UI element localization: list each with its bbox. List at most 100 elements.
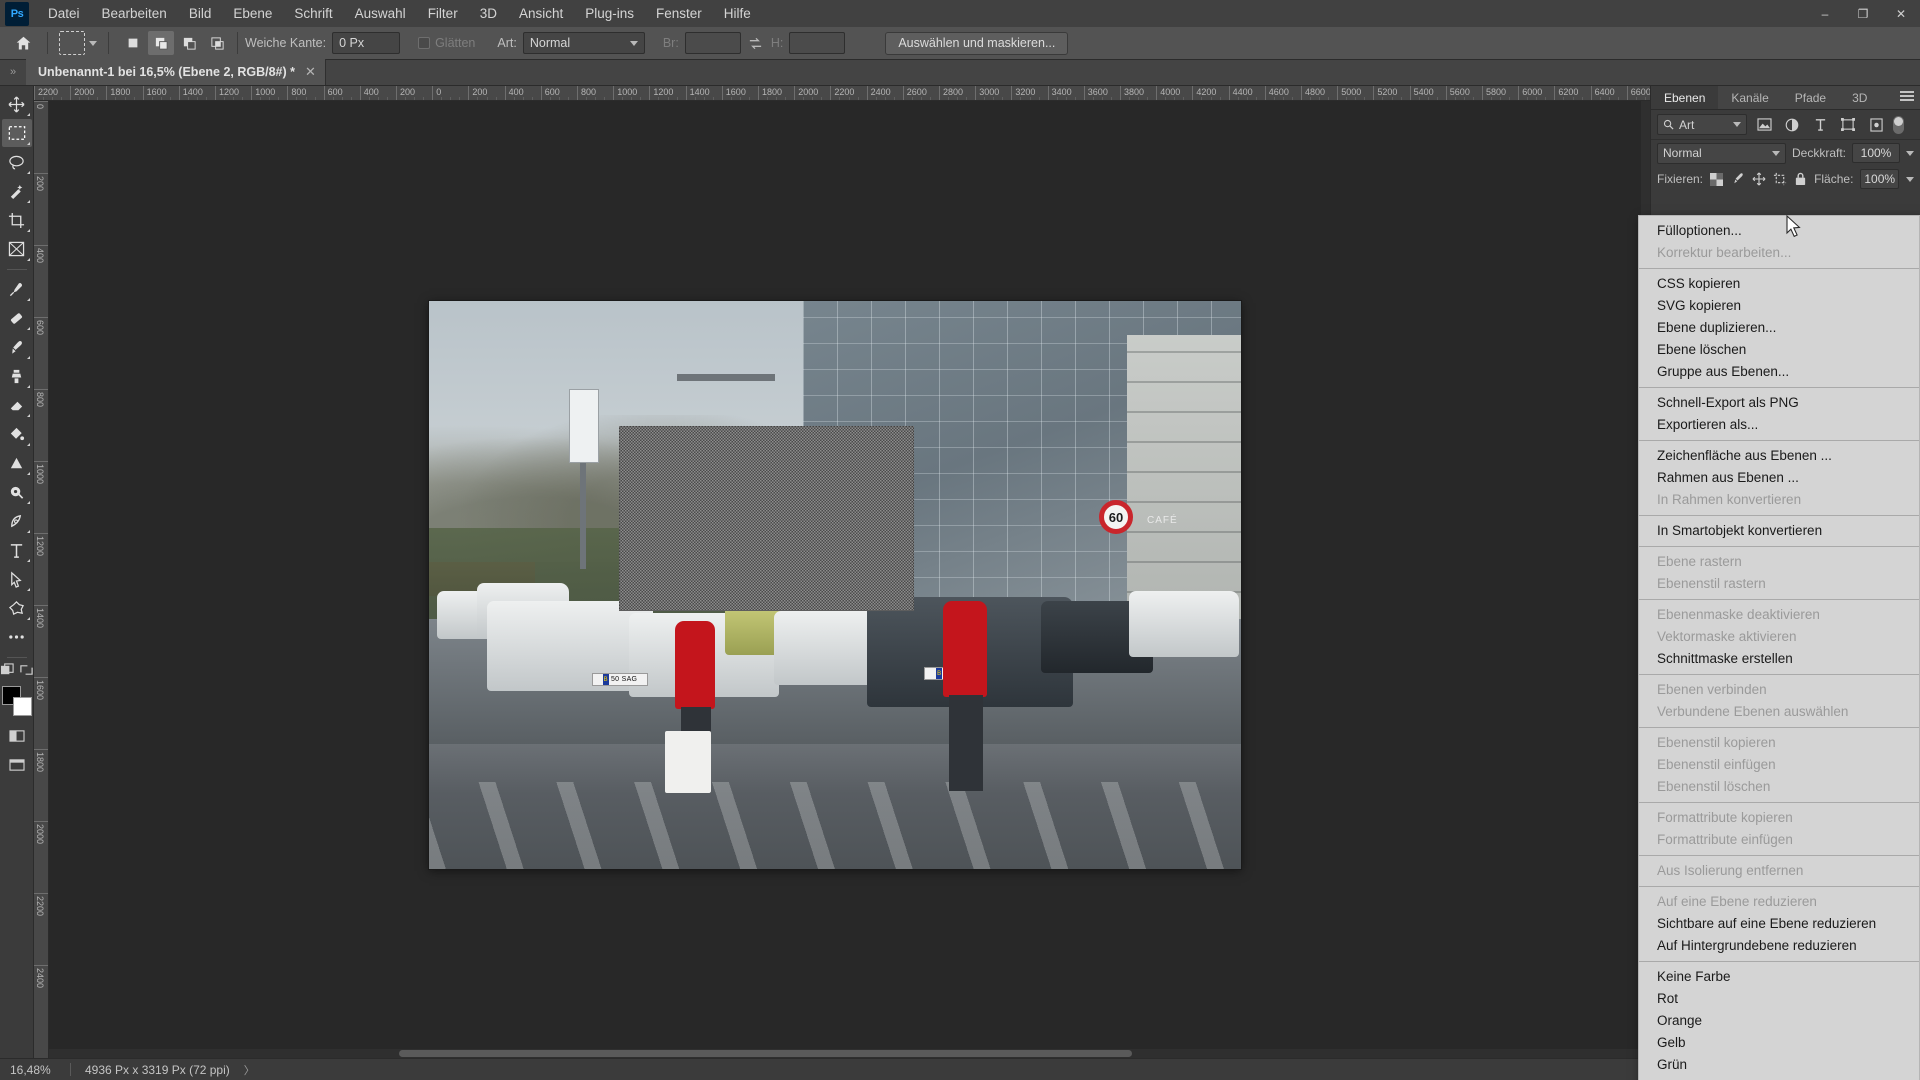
context-menu-item[interactable]: In Smartobjekt konvertieren: [1639, 520, 1919, 542]
path-selection-tool[interactable]: [2, 565, 32, 593]
context-menu-item[interactable]: Fülloptionen...: [1639, 220, 1919, 242]
lock-transparency-icon[interactable]: [1710, 171, 1724, 188]
more-tools[interactable]: [2, 623, 32, 651]
context-menu-item[interactable]: CSS kopieren: [1639, 273, 1919, 295]
panel-tab-pfade[interactable]: Pfade: [1782, 86, 1839, 109]
lock-image-icon[interactable]: [1731, 171, 1745, 188]
layer-filter-kind-select[interactable]: Art: [1657, 114, 1747, 135]
menu-item-schrift[interactable]: Schrift: [283, 2, 343, 25]
tool-preset-picker[interactable]: [55, 31, 101, 55]
rectangular-marquee-tool[interactable]: [1, 119, 32, 147]
lasso-tool[interactable]: [2, 148, 32, 176]
eraser-tool[interactable]: [2, 391, 32, 419]
context-menu-item[interactable]: Blau: [1639, 1076, 1919, 1080]
artboard[interactable]: B 50 SAG B 07 6825 60 CAFÉ: [429, 301, 1241, 869]
type-filter-icon[interactable]: [1809, 114, 1831, 135]
menu-item-fenster[interactable]: Fenster: [645, 2, 713, 25]
menu-item-ebene[interactable]: Ebene: [222, 2, 283, 25]
status-expand-icon[interactable]: 〉: [244, 1062, 255, 1078]
gradient-tool[interactable]: [2, 420, 32, 448]
context-menu-item[interactable]: Ebene duplizieren...: [1639, 317, 1919, 339]
context-menu-item[interactable]: Schnittmaske erstellen: [1639, 648, 1919, 670]
shape-filter-icon[interactable]: [1837, 114, 1859, 135]
quick-selection-tool[interactable]: [2, 177, 32, 205]
background-color-swatch[interactable]: [12, 697, 32, 716]
menu-item-auswahl[interactable]: Auswahl: [344, 2, 417, 25]
shape-tool[interactable]: [2, 594, 32, 622]
eyedropper-tool[interactable]: [2, 275, 32, 303]
filter-toggle[interactable]: [1893, 115, 1904, 134]
chevron-down-icon[interactable]: [1906, 150, 1914, 156]
blur-tool[interactable]: [2, 449, 32, 477]
new-selection-button[interactable]: [120, 31, 146, 55]
chevron-down-icon[interactable]: [89, 40, 97, 46]
menu-item-datei[interactable]: Datei: [37, 2, 91, 25]
lock-artboard-icon[interactable]: [1773, 171, 1787, 188]
context-menu-item[interactable]: Exportieren als...: [1639, 414, 1919, 436]
clone-stamp-tool[interactable]: [2, 362, 32, 390]
screen-mode-button[interactable]: [2, 751, 32, 779]
menu-item-ansicht[interactable]: Ansicht: [508, 2, 574, 25]
smartobject-filter-icon[interactable]: [1865, 114, 1887, 135]
opacity-input[interactable]: 100%: [1852, 143, 1900, 163]
minimize-button[interactable]: –: [1806, 0, 1844, 27]
pixel-filter-icon[interactable]: [1753, 114, 1775, 135]
lock-all-icon[interactable]: [1794, 171, 1808, 188]
style-select[interactable]: Normal: [522, 32, 645, 54]
swap-dimensions-icon[interactable]: [741, 36, 771, 51]
chevron-down-icon[interactable]: [1906, 176, 1914, 182]
height-input[interactable]: [789, 32, 846, 54]
fill-input[interactable]: 100%: [1860, 169, 1899, 189]
antialias-checkbox[interactable]: Glätten: [418, 36, 481, 50]
tab-overflow-icon[interactable]: »: [0, 59, 26, 85]
context-menu-item[interactable]: Gelb: [1639, 1032, 1919, 1054]
home-icon[interactable]: [6, 28, 40, 58]
blend-mode-select[interactable]: Normal: [1657, 142, 1786, 164]
pen-tool[interactable]: [2, 507, 32, 535]
context-menu-item[interactable]: Auf Hintergrundebene reduzieren: [1639, 935, 1919, 957]
panel-tab-3d[interactable]: 3D: [1839, 86, 1880, 109]
intersect-selection-button[interactable]: [204, 31, 230, 55]
horizontal-ruler[interactable]: 2200 2000 1800 1600 1400 1200 1000 800 600 400 200…: [34, 86, 1650, 101]
context-menu-item[interactable]: SVG kopieren: [1639, 295, 1919, 317]
select-and-mask-button[interactable]: Auswählen und maskieren...: [885, 31, 1069, 55]
menu-item-hilfe[interactable]: Hilfe: [713, 2, 762, 25]
context-menu-item[interactable]: Keine Farbe: [1639, 966, 1919, 988]
menu-item-filter[interactable]: Filter: [417, 2, 469, 25]
width-input[interactable]: [684, 32, 741, 54]
menu-item-plug-ins[interactable]: Plug-ins: [574, 2, 645, 25]
panel-menu-icon[interactable]: [1900, 91, 1914, 103]
document-tab[interactable]: Unbenannt-1 bei 16,5% (Ebene 2, RGB/8#) …: [26, 59, 326, 85]
context-menu-item[interactable]: Gruppe aus Ebenen...: [1639, 361, 1919, 383]
move-tool[interactable]: [2, 90, 32, 118]
context-menu-item[interactable]: Ebene löschen: [1639, 339, 1919, 361]
crop-tool[interactable]: [2, 206, 32, 234]
dodge-tool[interactable]: [2, 478, 32, 506]
context-menu-item[interactable]: Schnell-Export als PNG: [1639, 392, 1919, 414]
zoom-level[interactable]: 16,48%: [0, 1063, 70, 1077]
context-menu-item[interactable]: Orange: [1639, 1010, 1919, 1032]
color-swatches[interactable]: [1, 686, 32, 716]
context-menu-item[interactable]: Grün: [1639, 1054, 1919, 1076]
brush-tool[interactable]: [2, 333, 32, 361]
context-menu-item[interactable]: Rot: [1639, 988, 1919, 1010]
panel-tab-ebenen[interactable]: Ebenen: [1651, 86, 1719, 109]
adjustment-filter-icon[interactable]: [1781, 114, 1803, 135]
horizontal-scrollbar[interactable]: [49, 1049, 1641, 1058]
quick-mask-icon[interactable]: [0, 663, 15, 680]
type-tool[interactable]: [2, 536, 32, 564]
context-menu-item[interactable]: Sichtbare auf eine Ebene reduzieren: [1639, 913, 1919, 935]
screen-mode-icon[interactable]: [19, 663, 34, 680]
canvas-area[interactable]: B 50 SAG B 07 6825 60 CAFÉ: [49, 101, 1650, 1058]
context-menu-item[interactable]: Zeichenfläche aus Ebenen ...: [1639, 445, 1919, 467]
subtract-from-selection-button[interactable]: [176, 31, 202, 55]
menu-item-bild[interactable]: Bild: [178, 2, 223, 25]
menu-item-bearbeiten[interactable]: Bearbeiten: [91, 2, 178, 25]
close-button[interactable]: ✕: [1882, 0, 1920, 27]
close-icon[interactable]: ✕: [305, 64, 316, 80]
healing-brush-tool[interactable]: [2, 304, 32, 332]
panel-tab-kanäle[interactable]: Kanäle: [1718, 86, 1781, 109]
menu-item-3d[interactable]: 3D: [469, 2, 508, 25]
quick-mask-mode-button[interactable]: [2, 722, 32, 750]
add-to-selection-button[interactable]: [148, 31, 174, 55]
